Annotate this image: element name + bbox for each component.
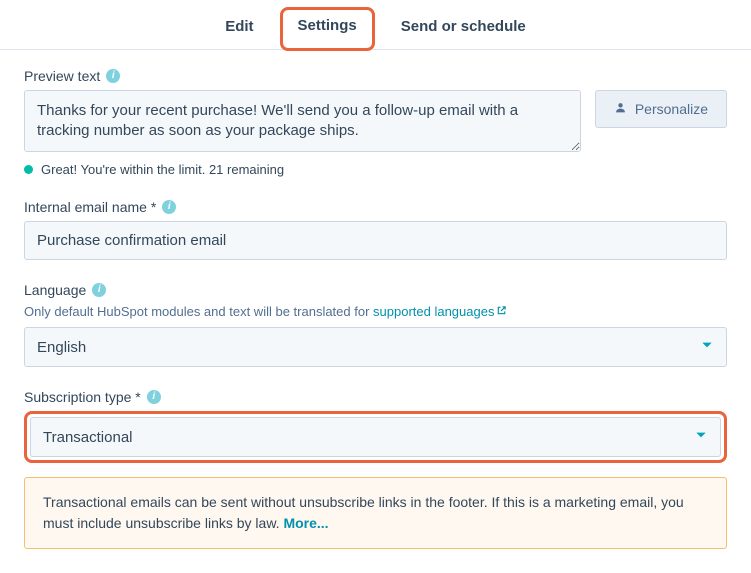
internal-name-input[interactable] [24, 221, 727, 260]
subscription-type-field: Subscription type * i Transactional Tran… [24, 389, 727, 549]
supported-languages-link[interactable]: supported languages [373, 304, 507, 319]
status-dot-icon [24, 165, 33, 174]
tab-settings[interactable]: Settings [280, 7, 375, 51]
subscription-type-value: Transactional [43, 429, 133, 446]
preview-text-label: Preview text [24, 68, 100, 84]
internal-name-field: Internal email name * i [24, 199, 727, 260]
language-help-text: Only default HubSpot modules and text wi… [24, 304, 373, 319]
preview-status: Great! You're within the limit. 21 remai… [24, 162, 727, 177]
personalize-label: Personalize [635, 101, 708, 117]
subscription-type-select[interactable]: Transactional [30, 417, 721, 457]
chevron-down-icon [700, 338, 714, 356]
person-icon [614, 101, 627, 117]
tab-send[interactable]: Send or schedule [383, 8, 544, 49]
subscription-highlight: Transactional [24, 411, 727, 463]
info-icon[interactable]: i [92, 283, 106, 297]
subscription-type-label: Subscription type * [24, 389, 141, 405]
subscription-notice: Transactional emails can be sent without… [24, 477, 727, 549]
language-value: English [37, 339, 86, 356]
preview-status-text: Great! You're within the limit. 21 remai… [41, 162, 284, 177]
subscription-more-link[interactable]: More... [283, 515, 328, 531]
preview-text-field: Preview text i Thanks for your recent pu… [24, 68, 727, 177]
internal-name-label: Internal email name * [24, 199, 156, 215]
info-icon[interactable]: i [106, 69, 120, 83]
language-field: Language i Only default HubSpot modules … [24, 282, 727, 367]
info-icon[interactable]: i [147, 390, 161, 404]
chevron-down-icon [694, 428, 708, 446]
settings-form: Preview text i Thanks for your recent pu… [0, 50, 751, 573]
personalize-button[interactable]: Personalize [595, 90, 727, 128]
language-select[interactable]: English [24, 327, 727, 367]
language-help: Only default HubSpot modules and text wi… [24, 304, 727, 319]
subscription-notice-text: Transactional emails can be sent without… [43, 494, 684, 531]
external-link-icon [496, 304, 507, 319]
language-label: Language [24, 282, 86, 298]
tab-edit[interactable]: Edit [207, 8, 271, 49]
preview-text-input[interactable]: Thanks for your recent purchase! We'll s… [24, 90, 581, 152]
info-icon[interactable]: i [162, 200, 176, 214]
tabs-nav: Edit Settings Send or schedule [0, 0, 751, 50]
